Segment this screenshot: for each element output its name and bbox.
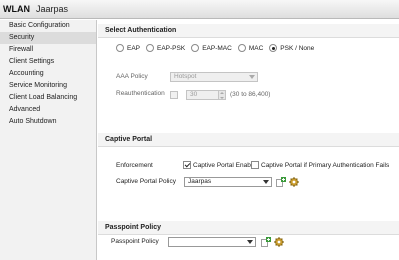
captive-portal-policy-select[interactable]: Jaarpas: [184, 177, 272, 187]
passpoint-policy-select[interactable]: [168, 237, 256, 247]
sidebar-item-security[interactable]: Security: [0, 32, 96, 44]
enforcement-label: Enforcement: [116, 162, 153, 169]
passpoint-policy-label: Passpoint Policy: [111, 238, 159, 245]
chevron-down-icon: [249, 75, 255, 79]
sidebar-item-auto-shutdown[interactable]: Auto Shutdown: [0, 116, 96, 128]
chevron-down-icon: [247, 240, 253, 244]
radio-eap-psk[interactable]: [146, 44, 155, 52]
sidebar-item-advanced[interactable]: Advanced: [0, 104, 96, 116]
captive-portal-enable-label: Captive Portal Enable: [193, 162, 256, 169]
sidebar-item-service-monitoring[interactable]: Service Monitoring: [0, 80, 96, 92]
radio-option-eap-psk[interactable]: EAP-PSK: [146, 44, 185, 52]
window-title-label: WLAN: [3, 4, 30, 14]
radio-option-eap-mac[interactable]: EAP-MAC: [191, 44, 232, 52]
chevron-down-icon: [263, 180, 269, 184]
sidebar-item-client-load-balancing[interactable]: Client Load Balancing: [0, 92, 96, 104]
reauthentication-checkbox[interactable]: [170, 91, 178, 99]
radio-option-mac[interactable]: MAC: [237, 44, 264, 52]
radio-mac-label: MAC: [248, 44, 264, 52]
main-panel: Select Authentication EAP EAP-PSK EAP-MA…: [98, 20, 399, 260]
create-policy-icon[interactable]: [276, 177, 286, 187]
radio-option-eap[interactable]: EAP: [116, 44, 140, 52]
radio-eap-label: EAP: [127, 44, 141, 52]
captive-portal-policy-value: Jaarpas: [188, 178, 212, 185]
reauthentication-spinner[interactable]: 30: [186, 90, 226, 100]
spinner-arrows-icon[interactable]: [218, 91, 225, 99]
sidebar-item-accounting[interactable]: Accounting: [0, 68, 96, 80]
reauthentication-range: (30 to 86,400): [230, 91, 271, 98]
radio-eap-mac[interactable]: [191, 44, 200, 52]
passpoint-policy-heading: Passpoint Policy: [98, 221, 399, 235]
radio-mac[interactable]: [237, 44, 246, 52]
gear-icon[interactable]: [274, 237, 284, 247]
radio-eap-mac-label: EAP-MAC: [202, 44, 232, 52]
aaa-policy-label: AAA Policy: [116, 73, 148, 80]
sidebar: Basic Configuration Security Firewall Cl…: [0, 20, 97, 260]
sidebar-item-client-settings[interactable]: Client Settings: [0, 56, 96, 68]
captive-portal-if-primary-fails-label: Captive Portal if Primary Authentication…: [261, 162, 390, 169]
gear-icon[interactable]: [289, 177, 299, 187]
aaa-policy-value: Hotspot: [174, 73, 197, 80]
radio-psk-none[interactable]: [269, 44, 278, 52]
sidebar-item-basic-configuration[interactable]: Basic Configuration: [0, 20, 96, 32]
select-authentication-heading: Select Authentication: [98, 24, 399, 38]
aaa-policy-select[interactable]: Hotspot: [170, 72, 258, 82]
title-bar: WLAN Jaarpas: [0, 0, 399, 19]
radio-eap[interactable]: [116, 44, 124, 52]
create-policy-icon[interactable]: [261, 237, 271, 247]
captive-portal-if-primary-fails-checkbox[interactable]: [251, 161, 259, 169]
captive-portal-enable-checkbox[interactable]: [183, 161, 191, 169]
captive-portal-heading: Captive Portal: [98, 133, 399, 147]
sidebar-item-firewall[interactable]: Firewall: [0, 44, 96, 56]
radio-psk-none-label: PSK / None: [280, 44, 315, 52]
radio-option-psk-none[interactable]: PSK / None: [269, 44, 314, 52]
reauthentication-label: Reauthentication: [116, 90, 165, 97]
captive-portal-policy-label: Captive Portal Policy: [116, 178, 176, 185]
authentication-radio-group: EAP EAP-PSK EAP-MAC MAC PSK / None: [116, 43, 320, 53]
reauthentication-value: 30: [190, 91, 198, 98]
radio-eap-psk-label: EAP-PSK: [157, 44, 186, 52]
window-title-name: Jaarpas: [36, 4, 69, 14]
